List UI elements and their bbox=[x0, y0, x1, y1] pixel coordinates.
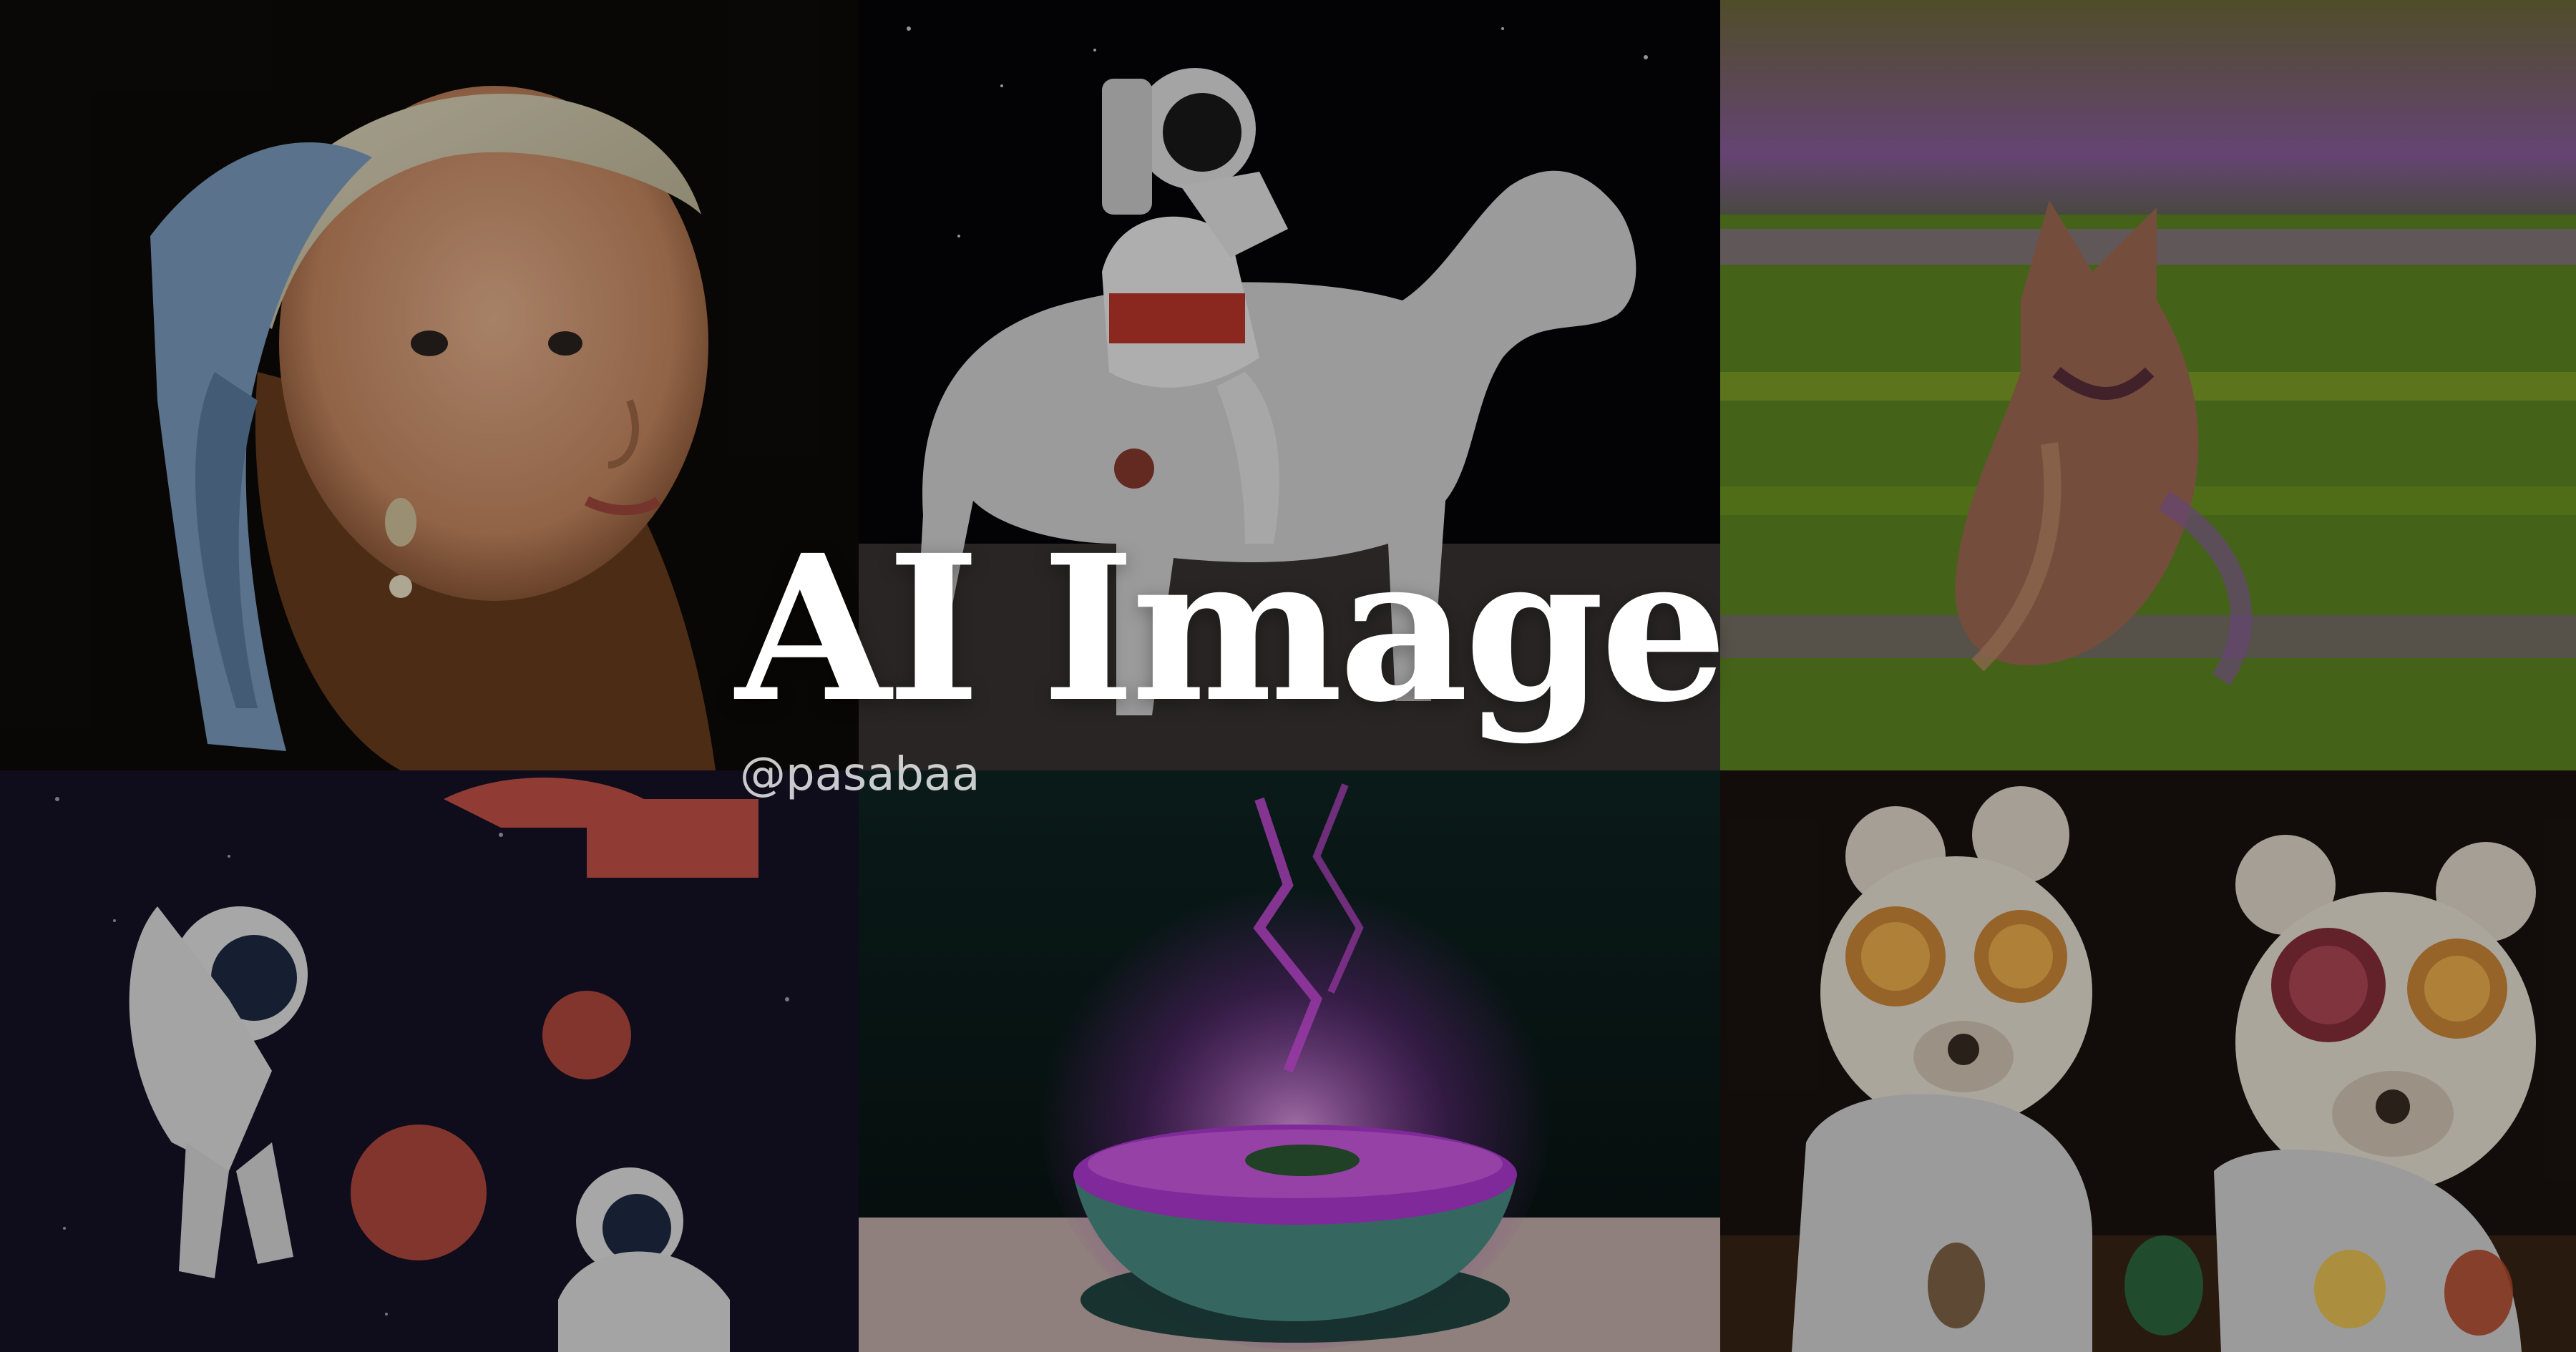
hero-banner: AI Image @pasabaa bbox=[0, 0, 2576, 1352]
page-title: AI Image bbox=[736, 511, 1727, 747]
astronauts-planets-image bbox=[0, 770, 859, 1352]
author-handle: @pasabaa bbox=[740, 748, 980, 801]
teddy-bears-lab-image bbox=[1720, 770, 2576, 1352]
soup-bowl-image bbox=[859, 770, 1720, 1352]
portrait-image bbox=[0, 0, 859, 770]
fox-meadow-image bbox=[1720, 0, 2576, 770]
